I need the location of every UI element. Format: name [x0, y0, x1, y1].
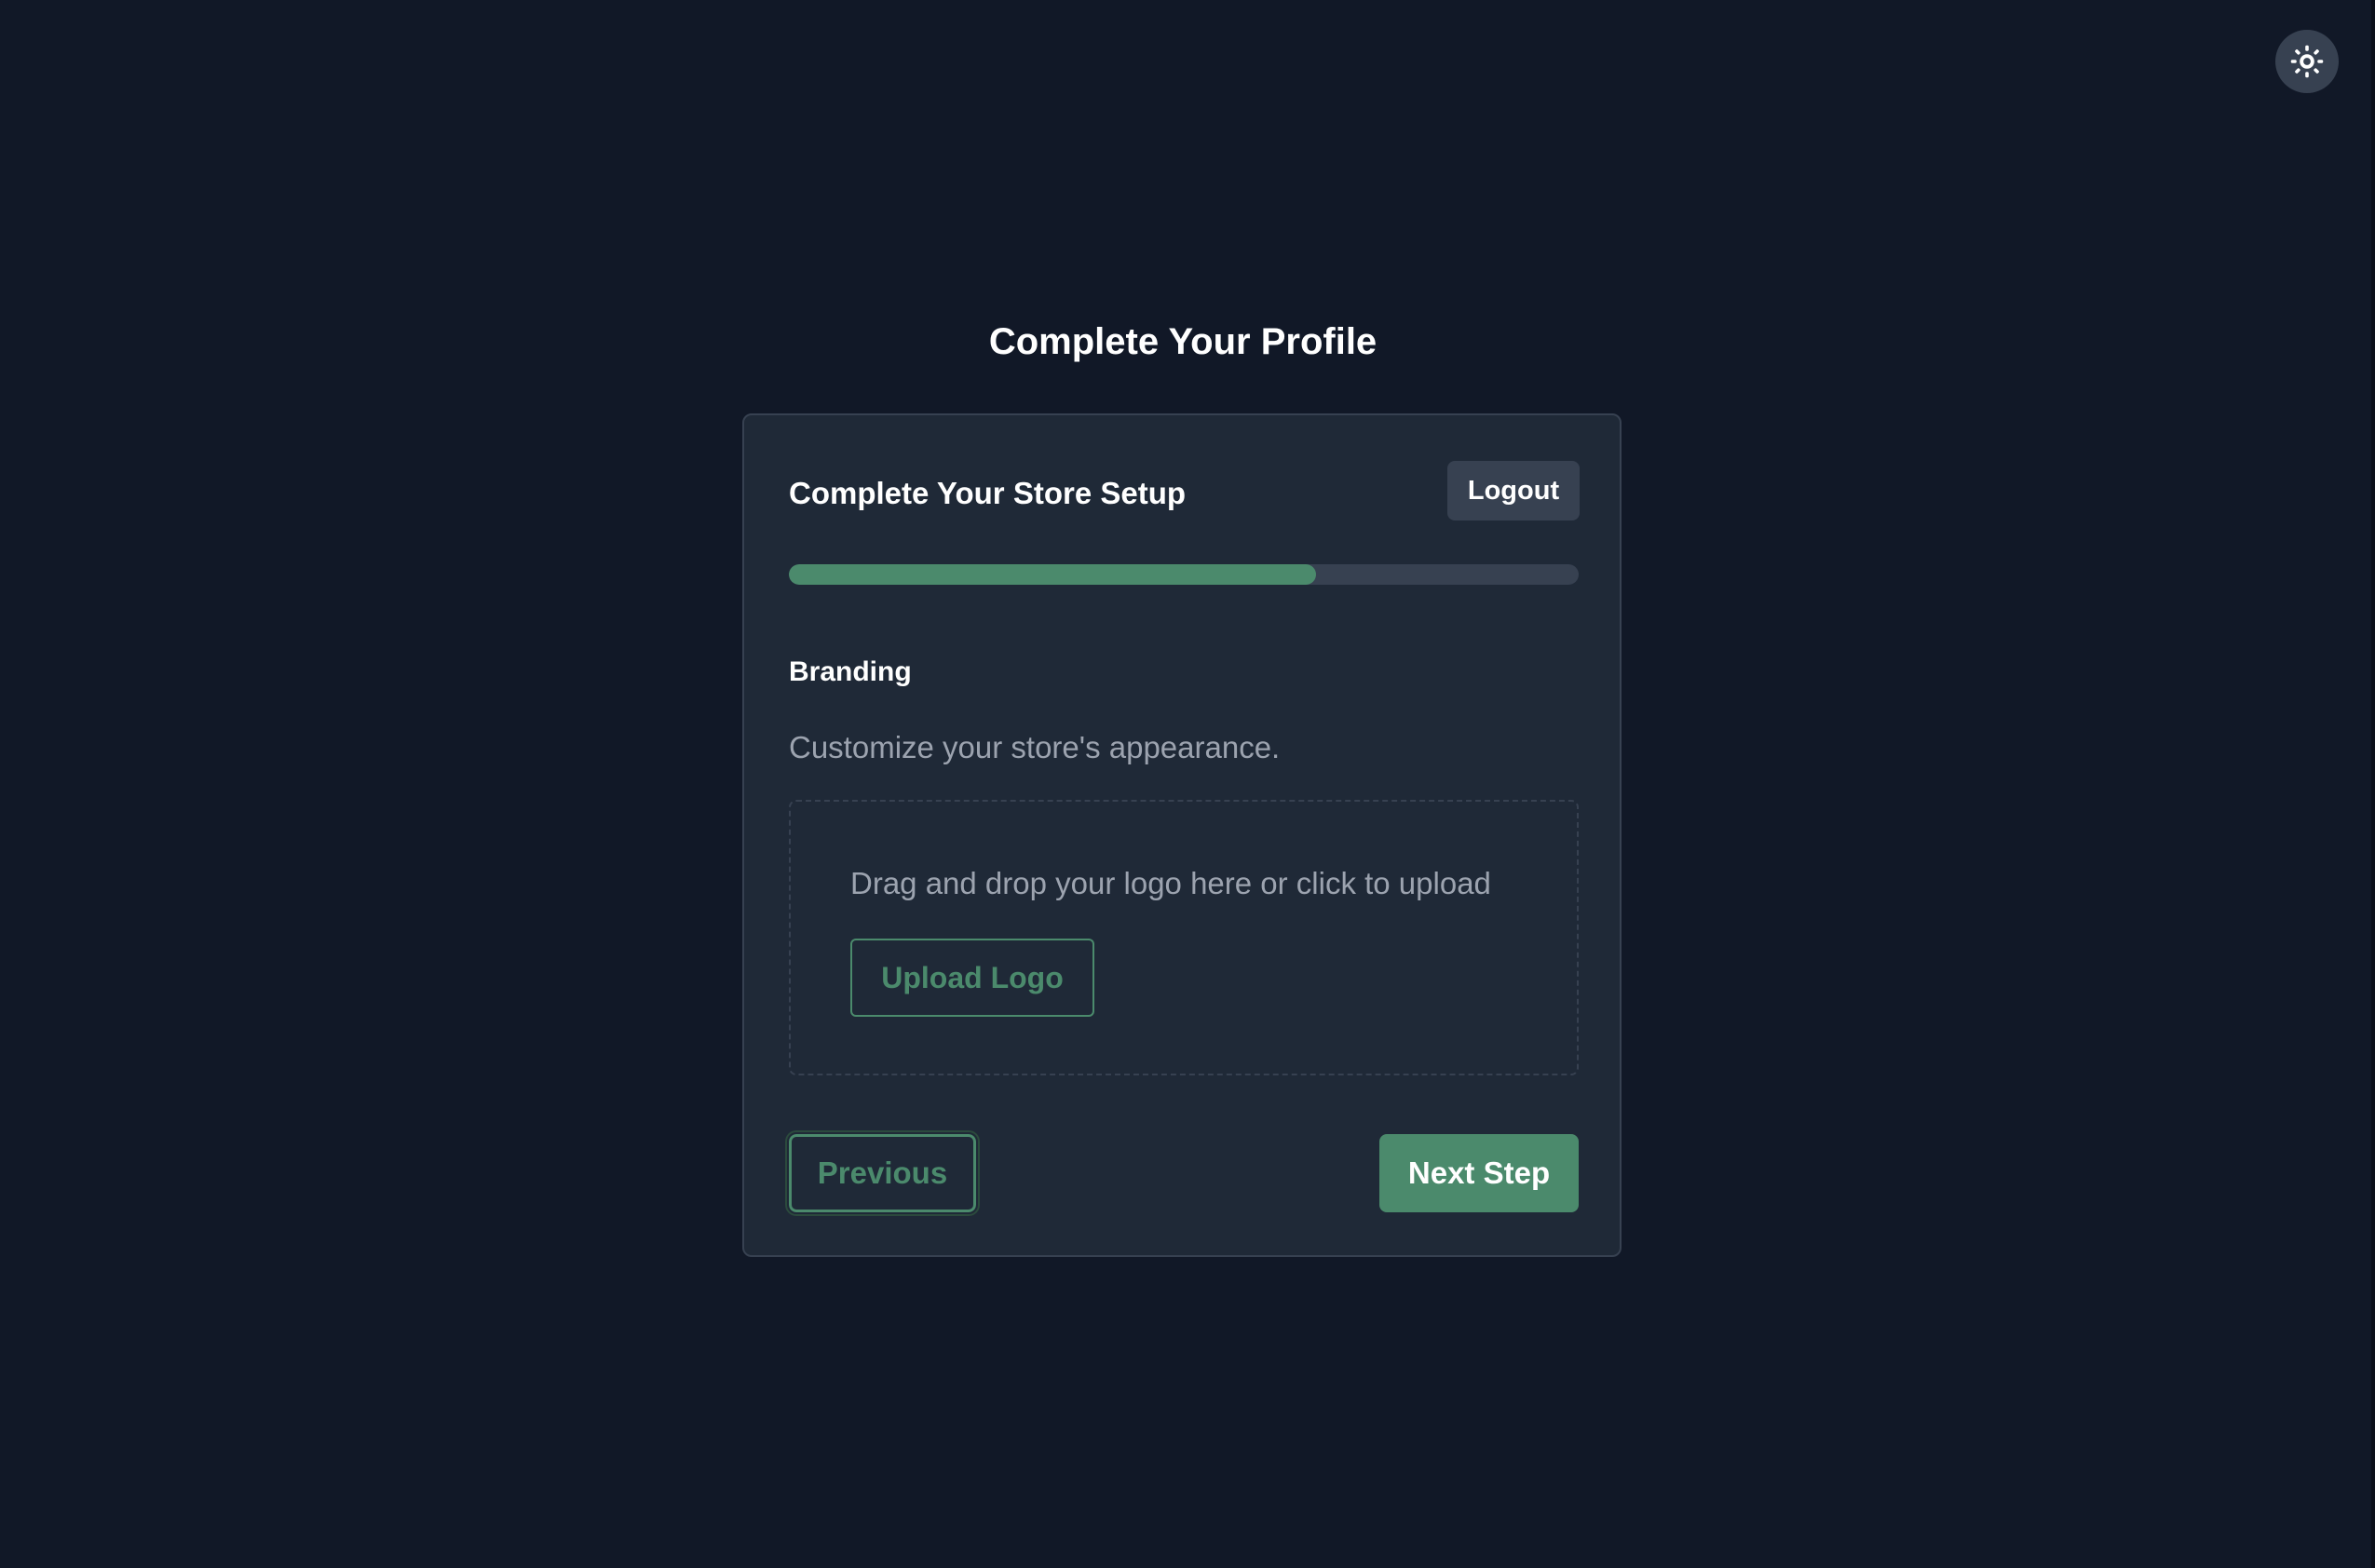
previous-button[interactable]: Previous: [787, 1132, 978, 1214]
logout-button[interactable]: Logout: [1447, 461, 1580, 520]
dropzone-text: Drag and drop your logo here or click to…: [850, 866, 1491, 900]
next-step-button[interactable]: Next Step: [1379, 1134, 1579, 1212]
setup-card: Complete Your Store Setup Logout Brandin…: [742, 413, 1622, 1257]
step-label: Branding: [789, 656, 912, 687]
upload-logo-button[interactable]: Upload Logo: [850, 939, 1094, 1017]
step-description: Customize your store's appearance.: [789, 730, 1281, 764]
progress-bar: [789, 564, 1579, 585]
scrollbar-edge: [2371, 0, 2375, 1568]
theme-toggle-button[interactable]: [2275, 30, 2339, 93]
sun-icon: [2290, 45, 2324, 78]
page-title: Complete Your Profile: [988, 321, 1378, 362]
logo-dropzone[interactable]: Drag and drop your logo here or click to…: [789, 800, 1579, 1075]
page: Complete Your Profile Complete Your Stor…: [0, 0, 2375, 1568]
progress-bar-fill: [789, 564, 1316, 585]
card-title: Complete Your Store Setup: [789, 476, 1187, 510]
